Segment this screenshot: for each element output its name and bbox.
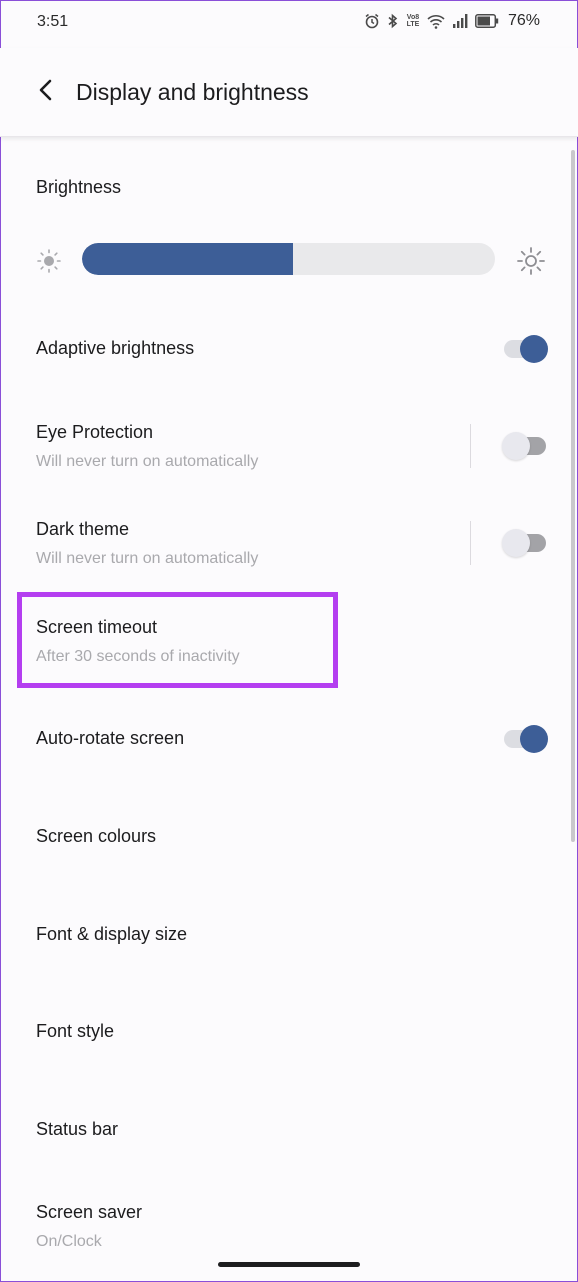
toggle-knob	[502, 432, 530, 460]
alarm-icon	[364, 13, 380, 29]
dark-theme-subtitle: Will never turn on automatically	[36, 550, 259, 567]
back-button[interactable]	[30, 76, 62, 108]
screen-saver-subtitle: On/Clock	[36, 1233, 102, 1250]
row-divider	[470, 521, 471, 565]
toggle-knob	[502, 529, 530, 557]
page-title: Display and brightness	[76, 79, 309, 105]
adaptive-brightness-row[interactable]: Adaptive brightness	[0, 322, 570, 376]
eye-protection-row[interactable]: Eye Protection Will never turn on automa…	[0, 410, 570, 482]
eye-protection-label: Eye Protection	[36, 422, 154, 442]
toggle-knob	[520, 725, 548, 753]
status-bar-label: Status bar	[36, 1119, 119, 1139]
auto-rotate-row[interactable]: Auto-rotate screen	[0, 712, 570, 766]
screen-colours-row[interactable]: Screen colours	[0, 810, 570, 864]
dark-theme-label: Dark theme	[36, 519, 130, 539]
volte-bottom-text: LTE	[406, 21, 420, 28]
font-display-size-row[interactable]: Font & display size	[0, 907, 570, 961]
brightness-slider[interactable]	[82, 243, 495, 275]
dark-theme-row[interactable]: Dark theme Will never turn on automatica…	[0, 507, 570, 579]
home-indicator[interactable]	[218, 1262, 360, 1267]
status-bar-row[interactable]: Status bar	[0, 1102, 570, 1156]
app-header: Display and brightness	[0, 48, 578, 137]
back-arrow-icon	[36, 78, 56, 107]
screen-timeout-subtitle: After 30 seconds of inactivity	[36, 648, 240, 665]
adaptive-brightness-label: Adaptive brightness	[36, 338, 195, 358]
screen-timeout-row[interactable]: Screen timeout After 30 seconds of inact…	[0, 605, 570, 677]
font-style-row[interactable]: Font style	[0, 1005, 570, 1059]
brightness-low-icon	[36, 248, 62, 279]
status-time: 3:51	[37, 13, 69, 30]
adaptive-brightness-toggle[interactable]	[502, 335, 548, 363]
toggle-knob	[520, 335, 548, 363]
auto-rotate-toggle[interactable]	[502, 725, 548, 753]
volte-top-text: Vo8	[406, 14, 420, 21]
brightness-section-title: Brightness	[36, 177, 122, 197]
brightness-high-icon	[516, 246, 546, 281]
status-icons: Vo8 LTE 76%	[364, 12, 540, 30]
brightness-slider-fill[interactable]	[82, 243, 293, 275]
battery-icon	[475, 14, 499, 28]
eye-protection-subtitle: Will never turn on automatically	[36, 453, 259, 470]
screen-saver-label: Screen saver	[36, 1202, 143, 1222]
signal-icon	[452, 13, 468, 29]
scrollbar[interactable]	[571, 150, 575, 842]
brightness-row	[36, 242, 546, 278]
row-divider	[470, 424, 471, 468]
screen-saver-row[interactable]: Screen saver On/Clock	[0, 1190, 570, 1262]
status-bar: 3:51 Vo8 LTE 76%	[0, 0, 578, 48]
font-display-size-label: Font & display size	[36, 924, 188, 944]
auto-rotate-label: Auto-rotate screen	[36, 728, 185, 748]
battery-percent: 76%	[507, 12, 540, 29]
dark-theme-toggle[interactable]	[502, 529, 548, 557]
eye-protection-toggle[interactable]	[502, 432, 548, 460]
volte-icon: Vo8 LTE	[406, 14, 420, 28]
font-style-label: Font style	[36, 1021, 115, 1041]
screen-timeout-label: Screen timeout	[36, 617, 158, 637]
screen-colours-label: Screen colours	[36, 826, 157, 846]
bluetooth-icon	[387, 13, 399, 29]
wifi-icon	[427, 13, 445, 29]
